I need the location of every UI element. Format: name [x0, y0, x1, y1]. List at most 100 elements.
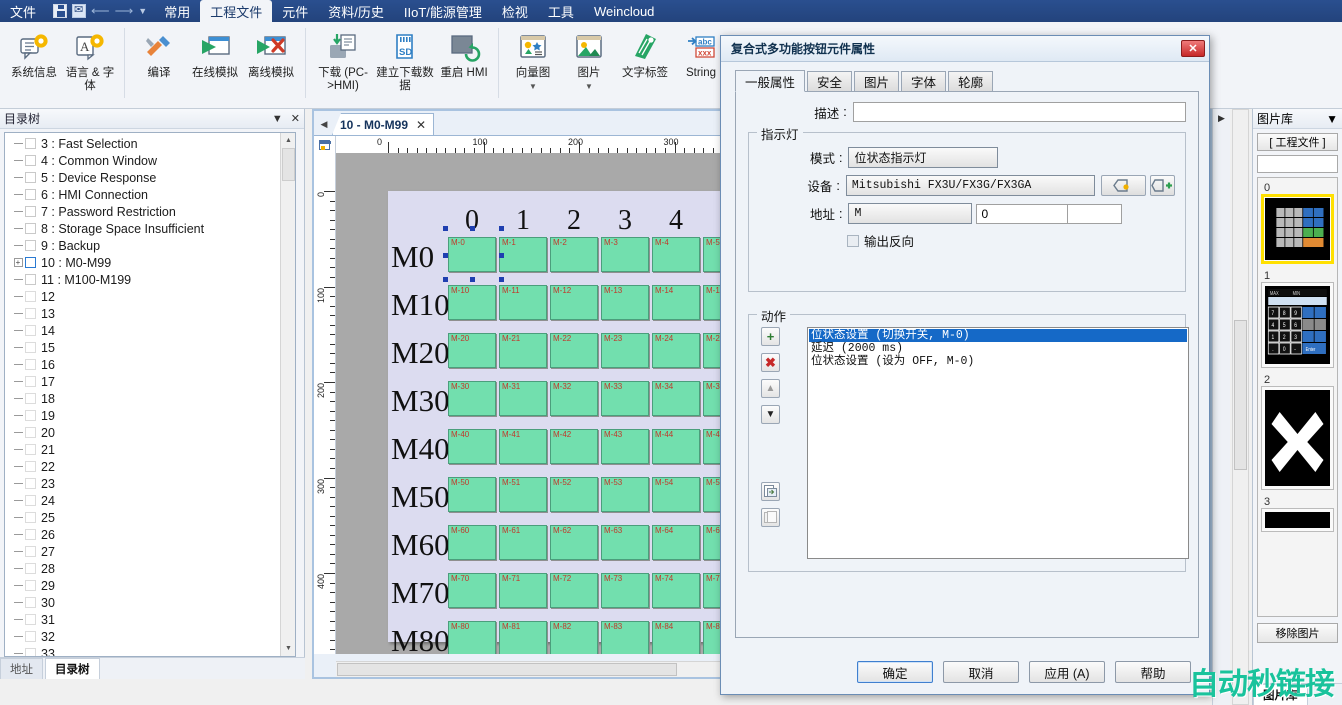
window-checkbox[interactable] [25, 478, 36, 489]
ribbon-tab-jianshi[interactable]: 检视 [492, 0, 538, 22]
mode-select[interactable]: 位状态指示灯 [848, 147, 998, 168]
resize-handle[interactable] [499, 253, 504, 258]
hmi-button-m52[interactable]: M-52 [550, 477, 598, 512]
address-type-select[interactable]: M [848, 203, 972, 224]
window-checkbox[interactable] [25, 614, 36, 625]
directory-tree[interactable]: 3 : Fast Selection4 : Common Window5 : D… [4, 132, 296, 657]
tree-item-6[interactable]: 9 : Backup [11, 237, 279, 254]
tree-item-29[interactable]: 32 [11, 628, 279, 645]
window-checkbox[interactable] [25, 376, 36, 387]
ribbon-tab-yuanjian[interactable]: 元件 [272, 0, 318, 22]
window-checkbox[interactable] [25, 546, 36, 557]
save-icon[interactable] [53, 4, 67, 18]
library-search-input[interactable] [1257, 155, 1338, 173]
hmi-button-m1[interactable]: M-1 [499, 237, 547, 272]
hmi-button-m81[interactable]: M-81 [499, 621, 547, 654]
tab-address[interactable]: 地址 [0, 658, 43, 679]
expand-icon[interactable]: + [11, 258, 25, 267]
hmi-button-m54[interactable]: M-54 [652, 477, 700, 512]
keypad-thumbnail[interactable] [1261, 194, 1334, 264]
tree-item-24[interactable]: 27 [11, 543, 279, 560]
tree-item-19[interactable]: 22 [11, 458, 279, 475]
chevron-down-icon[interactable]: ▼ [585, 82, 593, 91]
list-item[interactable]: 位状态设置 (设为 OFF, M-0) [809, 355, 1187, 368]
panel-expand-handle[interactable]: ▶ [1212, 109, 1230, 705]
tree-item-8[interactable]: 11 : M100-M199 [11, 271, 279, 288]
window-checkbox[interactable] [25, 529, 36, 540]
resize-handle[interactable] [470, 226, 475, 231]
ribbon-tab-ziliaolishi[interactable]: 资料/历史 [318, 0, 394, 22]
apply-button[interactable]: 应用 (A) [1029, 661, 1105, 683]
description-input[interactable] [853, 102, 1186, 122]
list-item[interactable]: 0 [1261, 182, 1334, 264]
hmi-button-m43[interactable]: M-43 [601, 429, 649, 464]
hmi-button-m40[interactable]: M-40 [448, 429, 496, 464]
build-download-data-button[interactable]: SD 建立下载数据 [374, 25, 436, 105]
window-checkbox[interactable] [25, 155, 36, 166]
dialog-tab-security[interactable]: 安全 [807, 71, 852, 91]
hmi-button-m70[interactable]: M-70 [448, 573, 496, 608]
tree-item-4[interactable]: 7 : Password Restriction [11, 203, 279, 220]
ribbon-tab-gongju[interactable]: 工具 [538, 0, 584, 22]
hmi-button-m33[interactable]: M-33 [601, 381, 649, 416]
tree-item-16[interactable]: 19 [11, 407, 279, 424]
text-label-button[interactable]: 文字标签 [617, 25, 673, 105]
tree-item-10[interactable]: 13 [11, 305, 279, 322]
x-mark-thumbnail[interactable] [1261, 386, 1334, 490]
dialog-title-bar[interactable]: 复合式多功能按钮元件属性 ✕ [721, 36, 1209, 62]
system-info-button[interactable]: 系统信息 [6, 25, 62, 105]
restart-hmi-button[interactable]: 重启 HMI [436, 25, 492, 105]
window-checkbox[interactable] [25, 461, 36, 472]
ribbon-tab-iiot[interactable]: IIoT/能源管理 [394, 0, 492, 22]
window-checkbox[interactable] [25, 512, 36, 523]
redo-icon[interactable]: ⟶ [115, 4, 134, 18]
help-button[interactable]: 帮助 [1115, 661, 1191, 683]
dialog-tab-picture[interactable]: 图片 [854, 71, 899, 91]
close-icon[interactable]: ✕ [416, 118, 426, 132]
hmi-button-m63[interactable]: M-63 [601, 525, 649, 560]
hmi-button-m11[interactable]: M-11 [499, 285, 547, 320]
resize-handle[interactable] [443, 226, 448, 231]
numeric-keypad-thumbnail[interactable]: MAX MIN [1261, 282, 1334, 368]
tree-item-28[interactable]: 31 [11, 611, 279, 628]
remove-picture-button[interactable]: 移除图片 [1257, 623, 1338, 643]
tree-item-13[interactable]: 16 [11, 356, 279, 373]
tree-item-17[interactable]: 20 [11, 424, 279, 441]
window-checkbox[interactable] [25, 427, 36, 438]
chevron-down-icon[interactable]: ▼ [138, 6, 147, 16]
ok-button[interactable]: 确定 [857, 661, 933, 683]
hmi-button-m60[interactable]: M-60 [448, 525, 496, 560]
hmi-button-m2[interactable]: M-2 [550, 237, 598, 272]
tree-scrollbar[interactable]: ▲ ▼ [280, 133, 295, 656]
window-checkbox[interactable] [25, 291, 36, 302]
tab-picture-library[interactable]: 图片库 [1253, 684, 1308, 705]
hmi-button-m50[interactable]: M-50 [448, 477, 496, 512]
copy-button[interactable] [761, 482, 780, 501]
address-extra-input[interactable] [1068, 204, 1122, 224]
dialog-tab-outline[interactable]: 轮廓 [948, 71, 993, 91]
scroll-thumb[interactable] [1234, 320, 1247, 470]
window-checkbox[interactable] [25, 597, 36, 608]
hmi-button-m51[interactable]: M-51 [499, 477, 547, 512]
window-checkbox[interactable] [25, 631, 36, 642]
hmi-button-m23[interactable]: M-23 [601, 333, 649, 368]
hmi-button-m10[interactable]: M-10 [448, 285, 496, 320]
ribbon-tab-gongchengwenjian[interactable]: 工程文件 [200, 0, 272, 22]
hmi-button-m42[interactable]: M-42 [550, 429, 598, 464]
dialog-tab-font[interactable]: 字体 [901, 71, 946, 91]
paste-button[interactable] [761, 508, 780, 527]
resize-handle[interactable] [499, 277, 504, 282]
resize-handle[interactable] [499, 226, 504, 231]
window-checkbox[interactable] [25, 274, 36, 285]
right-side-scrollbar[interactable] [1232, 109, 1249, 705]
window-checkbox[interactable] [25, 240, 36, 251]
language-font-button[interactable]: A 语言 & 字体 [62, 25, 118, 105]
tree-item-3[interactable]: 6 : HMI Connection [11, 186, 279, 203]
move-up-button[interactable]: ▲ [761, 379, 780, 398]
file-menu-button[interactable]: 文件 [0, 0, 46, 22]
picture-button[interactable]: 图片 ▼ [561, 25, 617, 105]
invert-output-checkbox[interactable] [847, 235, 859, 247]
scroll-up-icon[interactable]: ▲ [281, 133, 296, 148]
chevron-down-icon[interactable]: ▼ [529, 82, 537, 91]
window-checkbox[interactable] [25, 172, 36, 183]
